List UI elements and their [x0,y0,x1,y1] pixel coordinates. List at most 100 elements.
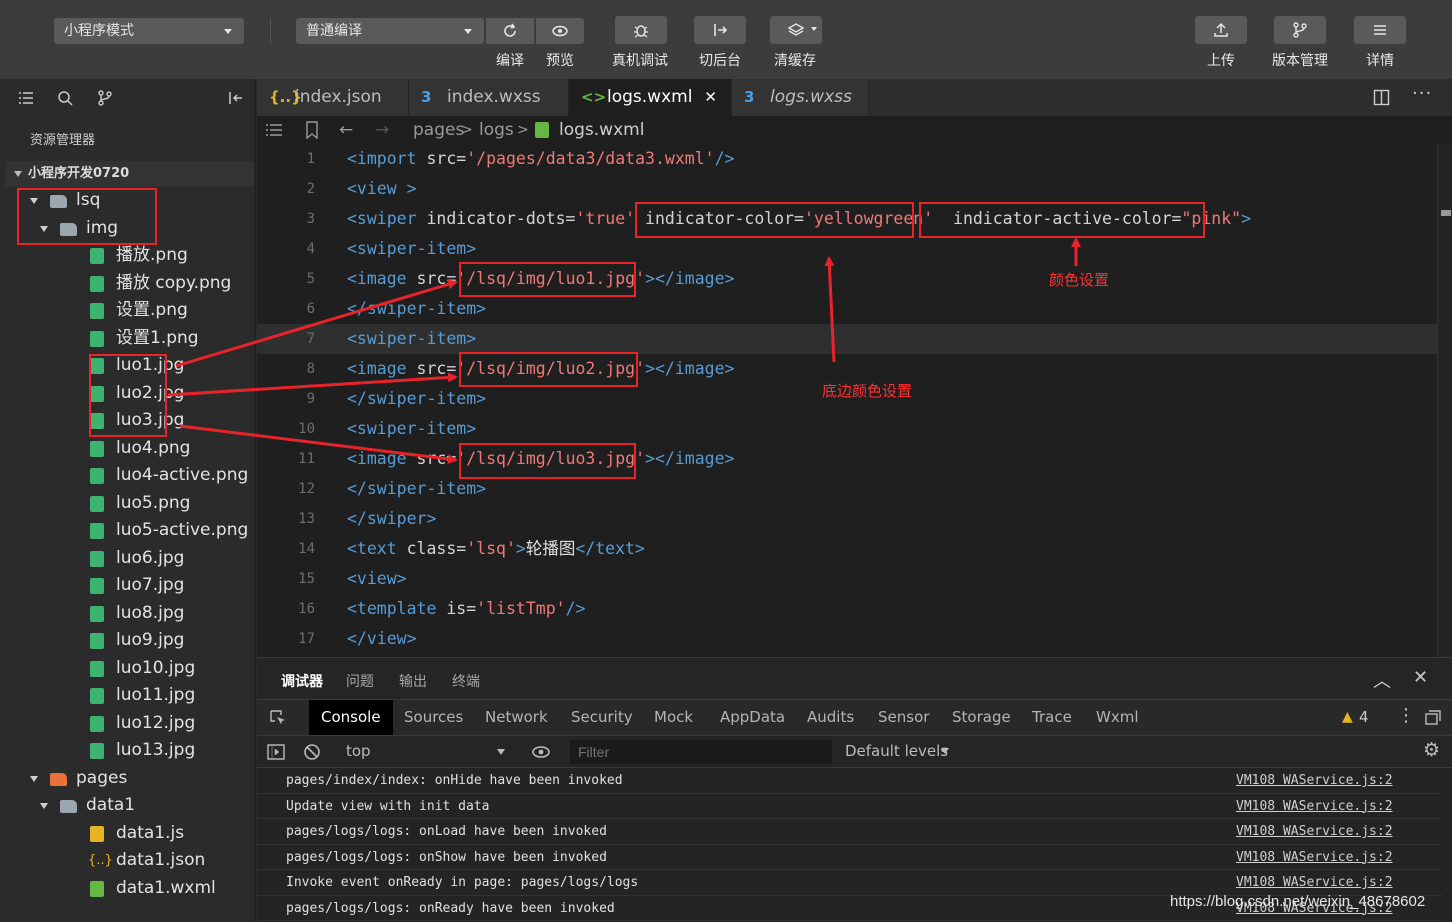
tree-item[interactable]: 播放.png [0,242,250,269]
chevron-down-icon[interactable] [941,748,949,754]
sidebar-toggle-icon[interactable] [267,743,285,761]
console-log-source-link[interactable]: VM108 WAService.js:2 [1236,819,1393,844]
forward-arrow-icon[interactable]: → [375,116,389,144]
tree-item[interactable]: data1 [0,792,250,819]
code-line[interactable]: 16 <template is='listTmp'/> [257,594,1437,624]
console-log-source-link[interactable]: VM108 WAService.js:2 [1236,870,1393,895]
devtools-tab[interactable]: Sources [404,700,463,735]
console-log-source-link[interactable]: VM108 WAService.js:2 [1236,845,1393,870]
background-button[interactable] [694,16,746,44]
bookmark-icon[interactable] [305,121,319,139]
code-line[interactable]: 15 <view> [257,564,1437,594]
chevron-down-icon[interactable] [497,749,505,755]
details-button[interactable] [1354,16,1406,44]
code-line[interactable]: 11 <image src='/lsq/img/luo3.jpg'></image… [257,444,1437,474]
debugger-panel-tab[interactable]: 调试器 [281,671,323,691]
eye-icon[interactable] [531,744,551,760]
devtools-tab[interactable]: Network [485,700,548,735]
tree-item[interactable]: data1.wxml [0,875,250,902]
breadcrumb-file[interactable]: logs.wxml [559,116,644,144]
debugger-panel-tab[interactable]: 终端 [452,671,480,691]
editor-tab[interactable]: 3 logs.wxss [732,79,869,116]
search-icon[interactable] [56,89,74,107]
code-line[interactable]: 10 <swiper-item> [257,414,1437,444]
tree-item[interactable]: luo5-active.png [0,517,250,544]
devtools-tab[interactable]: Security [571,700,633,735]
console-filter-input[interactable] [570,740,832,764]
scroll-thumb[interactable] [1441,210,1451,216]
tree-item[interactable]: 设置1.png [0,325,250,352]
devtools-tab[interactable]: Console [309,700,393,735]
remote-debug-button[interactable] [615,16,667,44]
editor-tab[interactable]: {..} index.json [257,79,409,116]
tree-item[interactable]: data1.js [0,820,250,847]
upload-button[interactable] [1195,16,1247,44]
devtools-tab[interactable]: Sensor [878,700,929,735]
version-button[interactable] [1274,16,1326,44]
collapse-sidebar-icon[interactable] [227,89,245,107]
console-log-source-link[interactable]: VM108 WAService.js:2 [1236,768,1393,793]
devtools-tab[interactable]: Wxml [1096,700,1139,735]
outline-icon[interactable] [265,122,283,138]
tree-item[interactable]: luo13.jpg [0,737,250,764]
tree-item[interactable]: luo12.jpg [0,710,250,737]
code-line[interactable]: 14 <text class='lsq'>轮播图</text> [257,534,1437,564]
close-icon[interactable]: ✕ [704,79,717,116]
tree-item[interactable]: luo4-active.png [0,462,250,489]
tree-item[interactable]: luo5.png [0,490,250,517]
chevron-down-icon[interactable] [40,803,48,809]
code-line[interactable]: 5 <image src='/lsq/img/luo1.jpg'></image> [257,264,1437,294]
mode-select[interactable]: 小程序模式 [54,18,244,44]
code-line[interactable]: 1 <import src='/pages/data3/data3.wxml'/> [257,144,1437,174]
compile-select[interactable]: 普通编译 [296,18,484,44]
log-levels-select[interactable]: Default levels [845,742,948,760]
tree-item[interactable]: 设置.png [0,297,250,324]
source-control-icon[interactable] [96,89,114,107]
code-line[interactable]: 2 <view > [257,174,1437,204]
context-select[interactable]: top [346,742,371,760]
kebab-menu-icon[interactable]: ⋮ [1397,705,1415,726]
code-line[interactable]: 12 </swiper-item> [257,474,1437,504]
compile-button[interactable] [486,18,534,44]
preview-button[interactable] [536,18,584,44]
more-actions-icon[interactable]: ··· [1412,83,1432,104]
back-arrow-icon[interactable]: ← [339,116,353,144]
tree-item[interactable]: pages [0,765,250,792]
code-line[interactable]: 6 </swiper-item> [257,294,1437,324]
list-icon[interactable] [17,89,35,107]
gear-icon[interactable]: ⚙ [1423,739,1440,761]
console-log-source-link[interactable]: VM108 WAService.js:2 [1236,794,1393,819]
debugger-panel-tab[interactable]: 输出 [399,671,427,691]
editor-scrollbar[interactable] [1437,144,1452,657]
devtools-tab[interactable]: Storage [952,700,1011,735]
undock-icon[interactable] [1425,710,1441,726]
devtools-tab[interactable]: Mock [654,700,693,735]
code-line[interactable]: 13 </swiper> [257,504,1437,534]
chevron-down-icon[interactable] [30,775,38,782]
clear-cache-button[interactable] [770,16,822,44]
code-line[interactable]: 17 </view> [257,624,1437,654]
tree-item[interactable]: 播放 copy.png [0,270,250,297]
close-icon[interactable]: ✕ [1413,667,1428,688]
debugger-panel-tab[interactable]: 问题 [346,671,374,691]
devtools-tab[interactable]: AppData [720,700,785,735]
split-editor-icon[interactable] [1373,89,1390,106]
editor-tab[interactable]: 3 index.wxss [409,79,569,116]
tree-item[interactable]: luo9.jpg [0,627,250,654]
tree-item[interactable]: luo7.jpg [0,572,250,599]
tree-item[interactable]: {..} data1.json [0,847,250,874]
tree-item[interactable]: luo6.jpg [0,545,250,572]
chevron-up-icon[interactable]: ︿ [1373,667,1391,693]
breadcrumb-part-1[interactable]: pages [413,116,464,144]
project-root[interactable]: 小程序开发0720 [6,161,254,187]
devtools-tab[interactable]: Audits [807,700,854,735]
devtools-tab[interactable]: Trace [1032,700,1072,735]
tree-item[interactable]: luo4.png [0,435,250,462]
tree-item[interactable]: luo8.jpg [0,600,250,627]
clear-console-icon[interactable] [303,743,321,761]
code-line[interactable]: 4 <swiper-item> [257,234,1437,264]
breadcrumb-part-2[interactable]: logs [479,116,514,144]
warning-count[interactable]: 4 [1359,708,1369,726]
editor-tab[interactable]: <> logs.wxml ✕ [569,79,732,116]
tree-item[interactable]: luo11.jpg [0,682,250,709]
